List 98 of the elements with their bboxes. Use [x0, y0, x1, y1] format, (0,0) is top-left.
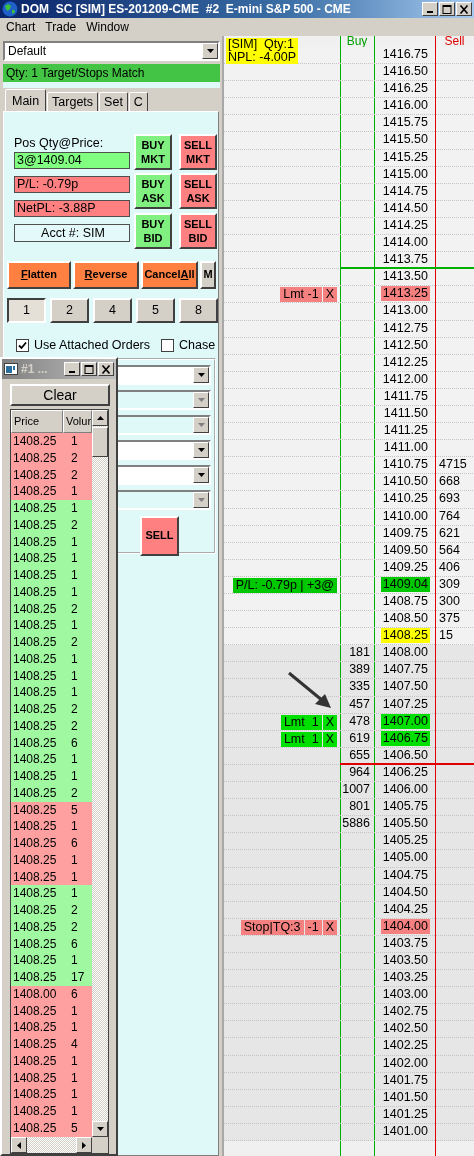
price-text: 1408.25 — [12, 818, 58, 835]
volume-text: 5 — [70, 1119, 78, 1137]
price-text: 1408.25 — [12, 751, 58, 768]
price-text: 1408.25 — [12, 1069, 58, 1087]
volume-text: 2 — [70, 701, 78, 718]
account-field: Acct #: SIM — [14, 224, 130, 242]
price-text: 1408.25 — [12, 918, 58, 936]
volume-text: 1 — [70, 583, 78, 601]
volume-text: 2 — [70, 634, 78, 651]
window-title: #1 ... — [21, 361, 49, 377]
volume-text: 2 — [70, 717, 78, 735]
price-text: 1408.25 — [12, 701, 58, 718]
checkbox-label: Chase — [179, 337, 216, 353]
price-text: 1408.25 — [12, 1052, 58, 1070]
volume-text: 1 — [70, 868, 78, 886]
price-text: 1408.25 — [12, 1119, 58, 1137]
window-title: DOM SC [SIM] ES-201209-CME #2 E-mini S&P 500 - CME — [21, 1, 352, 17]
volume-text: 1 — [70, 433, 78, 450]
price-text: 1408.25 — [12, 969, 58, 986]
volume-text: 1 — [70, 550, 78, 567]
volume-text: 1 — [70, 1086, 78, 1103]
price-text: 1408.25 — [12, 684, 58, 701]
readout-field: NetPL: -3.88P — [14, 200, 130, 217]
volume-text: 6 — [70, 985, 78, 1003]
price-text: 1408.25 — [12, 533, 58, 551]
price-text: 1408.25 — [12, 634, 58, 651]
price-text: 1408.25 — [12, 935, 58, 953]
price-text: 1408.25 — [12, 717, 58, 735]
volume-text: 1 — [70, 500, 78, 517]
volume-text: 1 — [70, 533, 78, 551]
column-header: Sell — [443, 36, 466, 47]
price-text: 1408.25 — [12, 835, 58, 852]
position-label: Pos Qty@Price: — [14, 135, 105, 152]
volume-text: 1 — [70, 650, 78, 668]
price-text: 1408.25 — [12, 449, 58, 467]
volume-text: 1 — [70, 684, 78, 701]
volume-text: 2 — [70, 902, 78, 919]
volume-text: 1 — [70, 567, 78, 584]
volume-text: 1 — [70, 617, 78, 634]
price-text: 1408.25 — [12, 1103, 58, 1120]
price-text: 1408.25 — [12, 768, 58, 785]
volume-text: 1 — [70, 1019, 78, 1036]
checkbox-label: Use Attached Orders — [34, 337, 151, 353]
price-text: 1408.00 — [12, 985, 58, 1003]
volume-text: 5 — [70, 801, 78, 819]
readout-field: 3@1409.04 — [14, 152, 130, 169]
account-qty-text: [SIM] Qty:1 — [228, 38, 295, 51]
volume-text: 1 — [70, 667, 78, 685]
price-text: 1408.25 — [12, 902, 58, 919]
volume-text: 1 — [70, 851, 78, 869]
volume-text: 2 — [70, 466, 78, 484]
volume-text: 6 — [70, 935, 78, 953]
price-text: 1408.25 — [12, 483, 58, 500]
volume-text: 2 — [70, 918, 78, 936]
price-text: 1408.25 — [12, 1036, 58, 1053]
volume-text: 1 — [70, 1069, 78, 1087]
volume-text: 2 — [70, 449, 78, 467]
price-text: 1408.25 — [12, 801, 58, 819]
volume-text: 4 — [70, 1036, 78, 1053]
price-text: 1408.25 — [12, 617, 58, 634]
volume-text: 1 — [70, 483, 78, 500]
volume-text: 1 — [70, 885, 78, 902]
price-text: 1408.25 — [12, 734, 58, 752]
price-text: 1408.25 — [12, 784, 58, 802]
volume-text: 1 — [70, 768, 78, 785]
price-text: 1408.25 — [12, 550, 58, 567]
price-text: 1408.25 — [12, 851, 58, 869]
volume-text: 17 — [70, 969, 85, 986]
price-text: 1408.25 — [12, 500, 58, 517]
volume-text: 6 — [70, 734, 78, 752]
volume-text: 2 — [70, 784, 78, 802]
price-text: 1408.25 — [12, 1019, 58, 1036]
price-text: 1408.25 — [12, 952, 58, 969]
price-text: 1408.25 — [12, 667, 58, 685]
price-text: 1408.25 — [12, 516, 58, 534]
status-bar: Qty: 1 Target/Stops Match — [3, 64, 220, 82]
column-header: Buy — [345, 36, 369, 47]
price-text: 1408.25 — [12, 600, 58, 618]
price-text: 1408.25 — [12, 650, 58, 668]
volume-text: 1 — [70, 1052, 78, 1070]
price-text: 1408.25 — [12, 1002, 58, 1020]
price-text: 1408.25 — [12, 567, 58, 584]
volume-text: 2 — [70, 600, 78, 618]
volume-text: 1 — [70, 1002, 78, 1020]
volume-text: 1 — [70, 751, 78, 768]
price-text: 1408.25 — [12, 583, 58, 601]
price-text: 1408.25 — [12, 868, 58, 886]
readout-field: P/L: -0.79p — [14, 176, 130, 193]
volume-text: 1 — [70, 952, 78, 969]
volume-text: 6 — [70, 835, 78, 852]
price-text: 1408.25 — [12, 433, 58, 450]
volume-text: 2 — [70, 516, 78, 534]
price-text: 1408.25 — [12, 1086, 58, 1103]
price-text: 1408.25 — [12, 466, 58, 484]
volume-text: 1 — [70, 1103, 78, 1120]
net-pl-text: NPL: -4.00P — [228, 51, 297, 64]
volume-text: 1 — [70, 818, 78, 835]
price-text: 1408.25 — [12, 885, 58, 902]
